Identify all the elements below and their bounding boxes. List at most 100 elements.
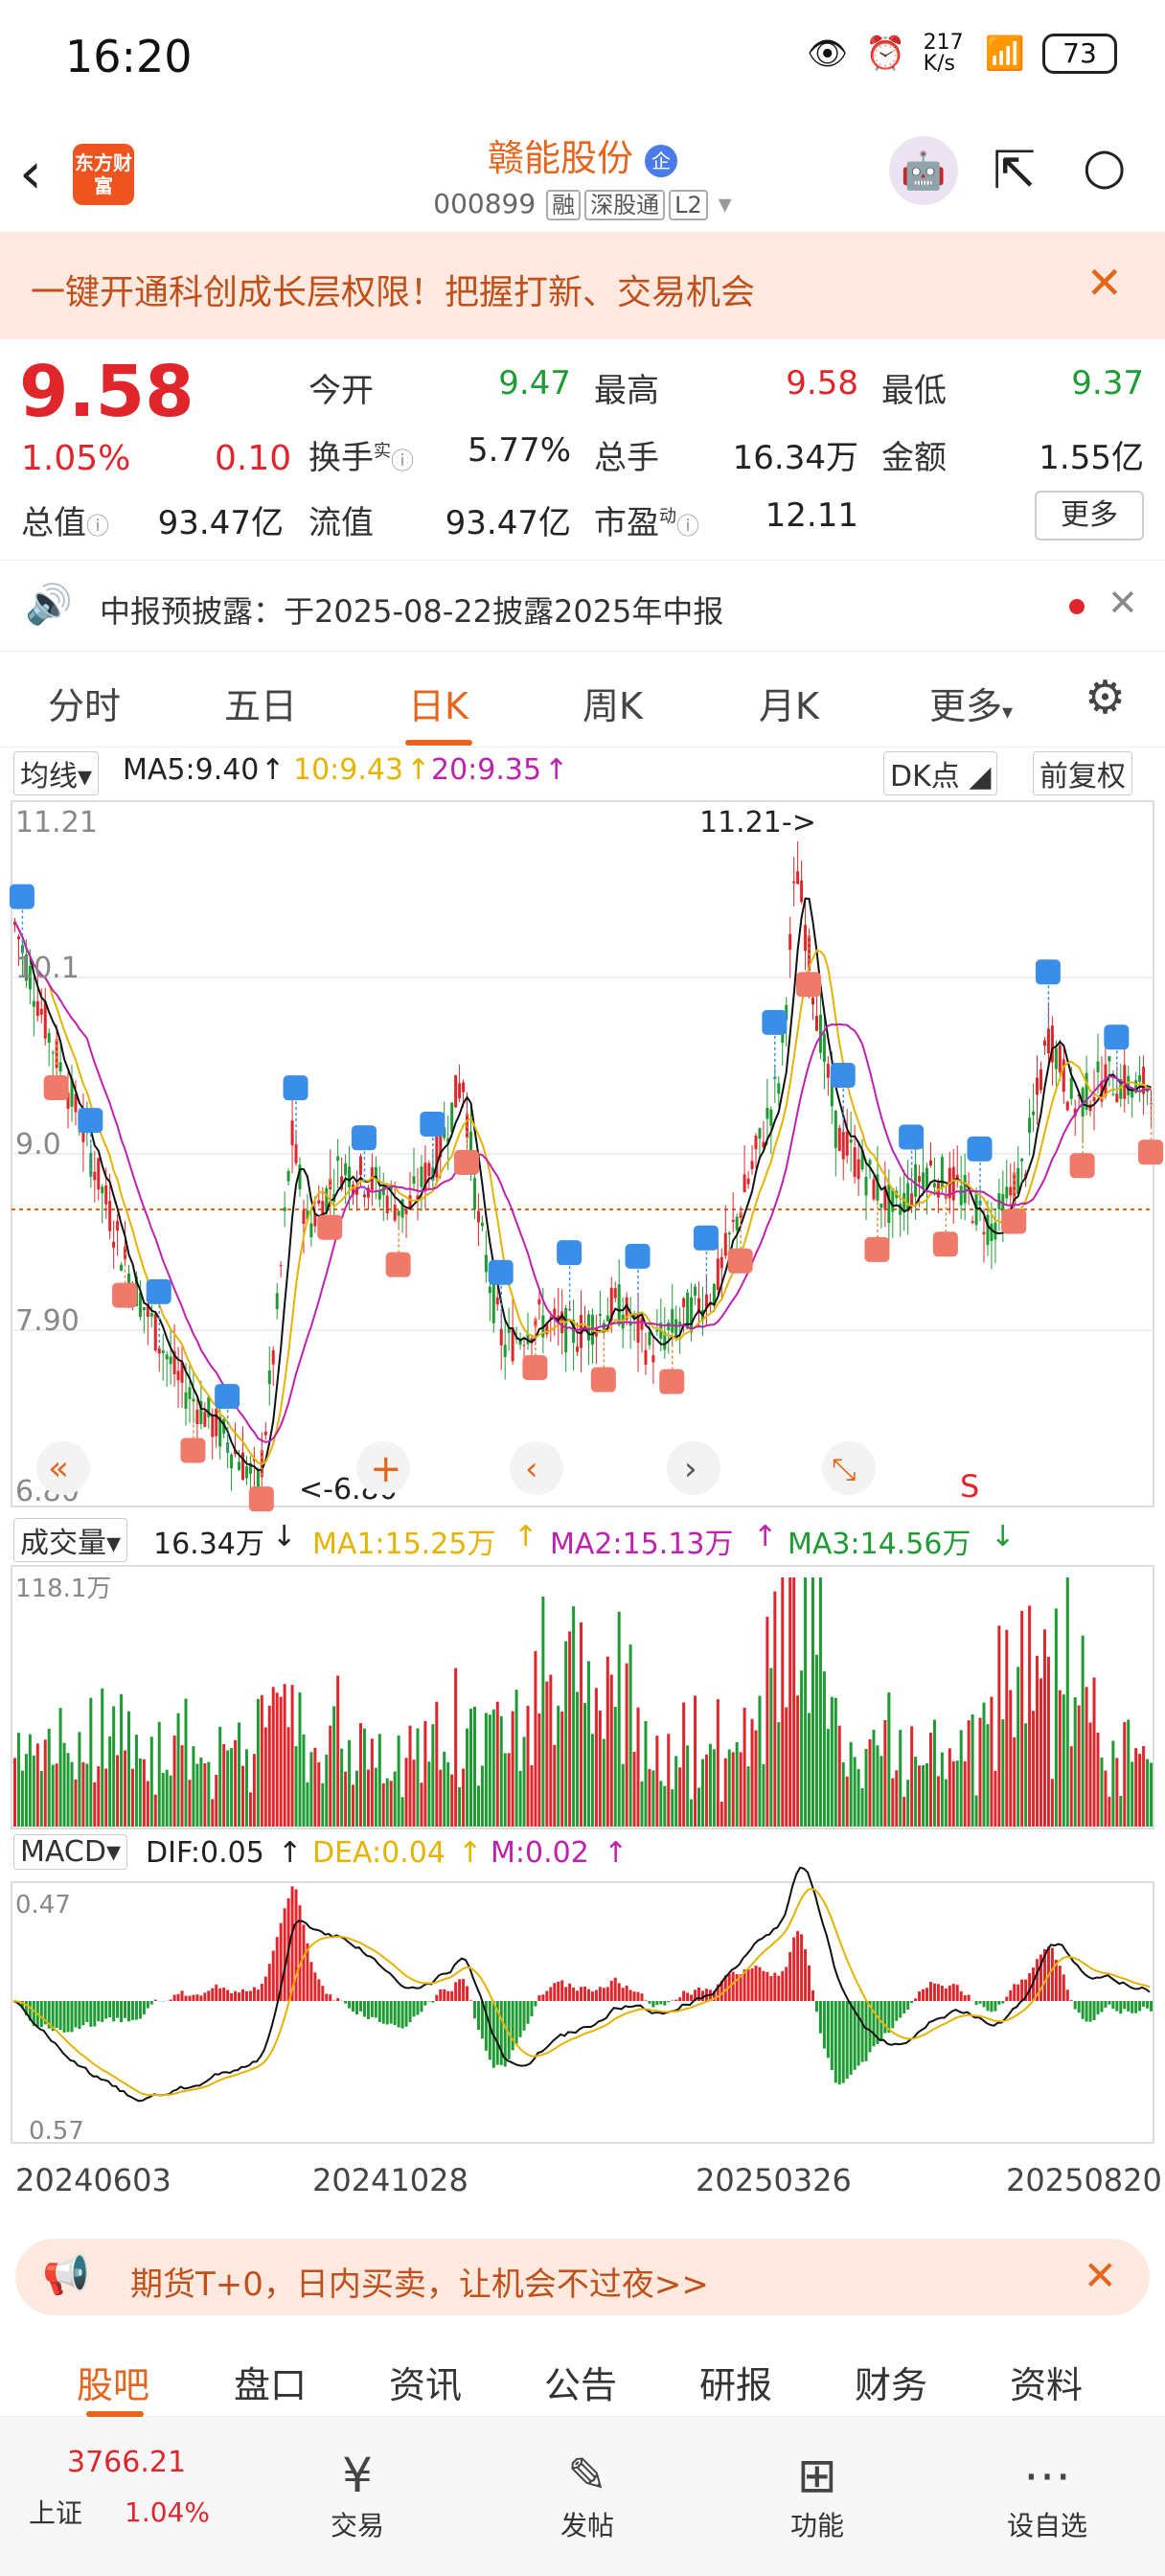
y-label-4: 7.90 [15,1304,80,1338]
tab-monthly-k[interactable]: 月K [759,677,819,729]
volume-label: 总手 [594,439,659,477]
macd-bar [222,1988,226,2001]
info-icon[interactable]: ⓘ [86,513,109,540]
candle-body [769,1109,773,1126]
volume-bar [1042,1629,1046,1827]
nav-trade[interactable]: ¥ 交易 [295,2448,420,2543]
nav-post[interactable]: ✎ 发帖 [525,2448,650,2543]
info-icon[interactable]: ⓘ [676,513,699,540]
volume-bar [568,1631,572,1827]
candle-body [420,1166,423,1187]
candle-body [914,1164,918,1197]
promo-banner[interactable]: 一键开通科创成长层权限！把握打新、交易机会 ✕ [0,232,1165,339]
volume-bar [169,1775,172,1827]
tab-daily-k[interactable]: 日K [408,677,468,729]
robot-avatar-icon[interactable]: 🤖 [889,136,958,205]
index-widget[interactable]: 3766.21 上证 1.04% [29,2446,220,2531]
candle-body [849,1139,853,1143]
chevron-left-icon[interactable]: ‹ [525,1450,538,1488]
macd-bar [997,2001,1001,2005]
volume-bar [932,1719,936,1827]
volume-bar [271,1687,275,1827]
chevron-down-icon[interactable]: ▾ [719,188,732,219]
candle-body [1108,1056,1111,1062]
kline-chart[interactable]: 11.21 10.1 9.0 7.90 6.80 11.21-> <-6.80 … [0,748,1165,2223]
candle-body [879,1203,883,1208]
volume-bar [488,1714,491,1827]
close-icon[interactable]: ✕ [1084,2252,1117,2299]
volume-bar [283,1684,286,1827]
volume-bar [1088,1722,1092,1827]
close-icon[interactable]: ✕ [1108,582,1138,624]
volume-bar [951,1760,955,1827]
volume-bar [309,1752,313,1827]
volume-bar [580,1622,583,1827]
candle-body [553,1308,557,1317]
double-chevron-left-icon[interactable]: « [48,1449,69,1488]
notice-bar[interactable]: 🔊 中报预披露：于2025-08-22披露2025年中报 ✕ [0,560,1165,652]
close-icon[interactable]: ✕ [1085,257,1123,309]
volume-bar [1017,1667,1020,1827]
buy-marker [590,1367,616,1392]
macd-bar [632,1991,636,2001]
volume-bar [116,1755,120,1827]
volume-bar [750,1718,754,1827]
candle-body [853,1147,857,1178]
plus-icon[interactable]: + [370,1447,402,1491]
info-icon[interactable]: ⓘ [391,448,414,474]
volume-bar [605,1656,609,1827]
volume-bar [918,1765,922,1827]
tab-profile[interactable]: 资料 [1010,2356,1083,2408]
search-icon[interactable]: ○ [1083,138,1126,196]
candle-body [1020,1159,1024,1162]
futures-ad[interactable]: 📢 期货T+0，日内买卖，让机会不过夜>> ✕ [15,2239,1150,2315]
tab-orderbook[interactable]: 盘口 [234,2356,307,2408]
tab-forum[interactable]: 股吧 [77,2356,149,2408]
volume-bar [826,1728,830,1827]
tab-intraday[interactable]: 分时 [48,677,121,729]
macd-bar [731,1971,735,2001]
expand-icon[interactable]: ⤡ [832,1451,857,1487]
more-button[interactable]: 更多 [1035,491,1144,540]
candle-body [982,1231,986,1235]
tab-five-day[interactable]: 五日 [224,677,297,729]
macd-bar [557,1981,560,2001]
bottom-nav: 3766.21 上证 1.04% ¥ 交易 ✎ 发帖 ⊞ 功能 ⋯ 设自选 [0,2417,1165,2576]
nav-add-watchlist[interactable]: ⋯ 设自选 [985,2448,1109,2543]
share-icon[interactable]: ⇱ [993,140,1036,200]
macd-bar [518,2001,522,2037]
settings-gear-icon[interactable]: ⚙ [1085,671,1126,724]
macd-bar [1077,2001,1081,2013]
macd-bar [1146,2001,1150,2009]
volume-bar [1039,1678,1042,1827]
tab-news[interactable]: 资讯 [389,2356,462,2408]
chevron-right-icon[interactable]: › [684,1450,697,1488]
pe-sup: 动 [659,506,676,527]
tab-research[interactable]: 研报 [699,2356,772,2408]
macd-bar [370,2001,374,2017]
active-tab-underline [405,740,472,746]
sell-marker [693,1225,719,1251]
volume-bar [644,1720,648,1827]
volume-bar [1024,1723,1028,1827]
volume-bar [808,1713,811,1827]
volume-bar [1111,1740,1115,1827]
macd-bar [469,2000,472,2001]
macd-bar [674,1999,678,2001]
volume-value: 16.34万 [732,439,858,477]
macd-frame [11,1881,1154,2144]
tab-more[interactable]: 更多▾ [929,677,1013,729]
volume-bar [302,1734,306,1827]
candle-body [1005,1186,1009,1199]
tab-weekly-k[interactable]: 周K [582,677,643,729]
tab-announcements[interactable]: 公告 [544,2356,617,2408]
nav-functions[interactable]: ⊞ 功能 [755,2448,879,2543]
candle-body [910,1193,914,1206]
tab-finance[interactable]: 财务 [855,2356,927,2408]
volume-bar [81,1761,85,1827]
volume-bar [484,1713,488,1827]
volume-bar [226,1750,230,1827]
volume-bar [514,1690,518,1827]
volume-bar [51,1764,55,1827]
volume-bar [211,1799,215,1827]
